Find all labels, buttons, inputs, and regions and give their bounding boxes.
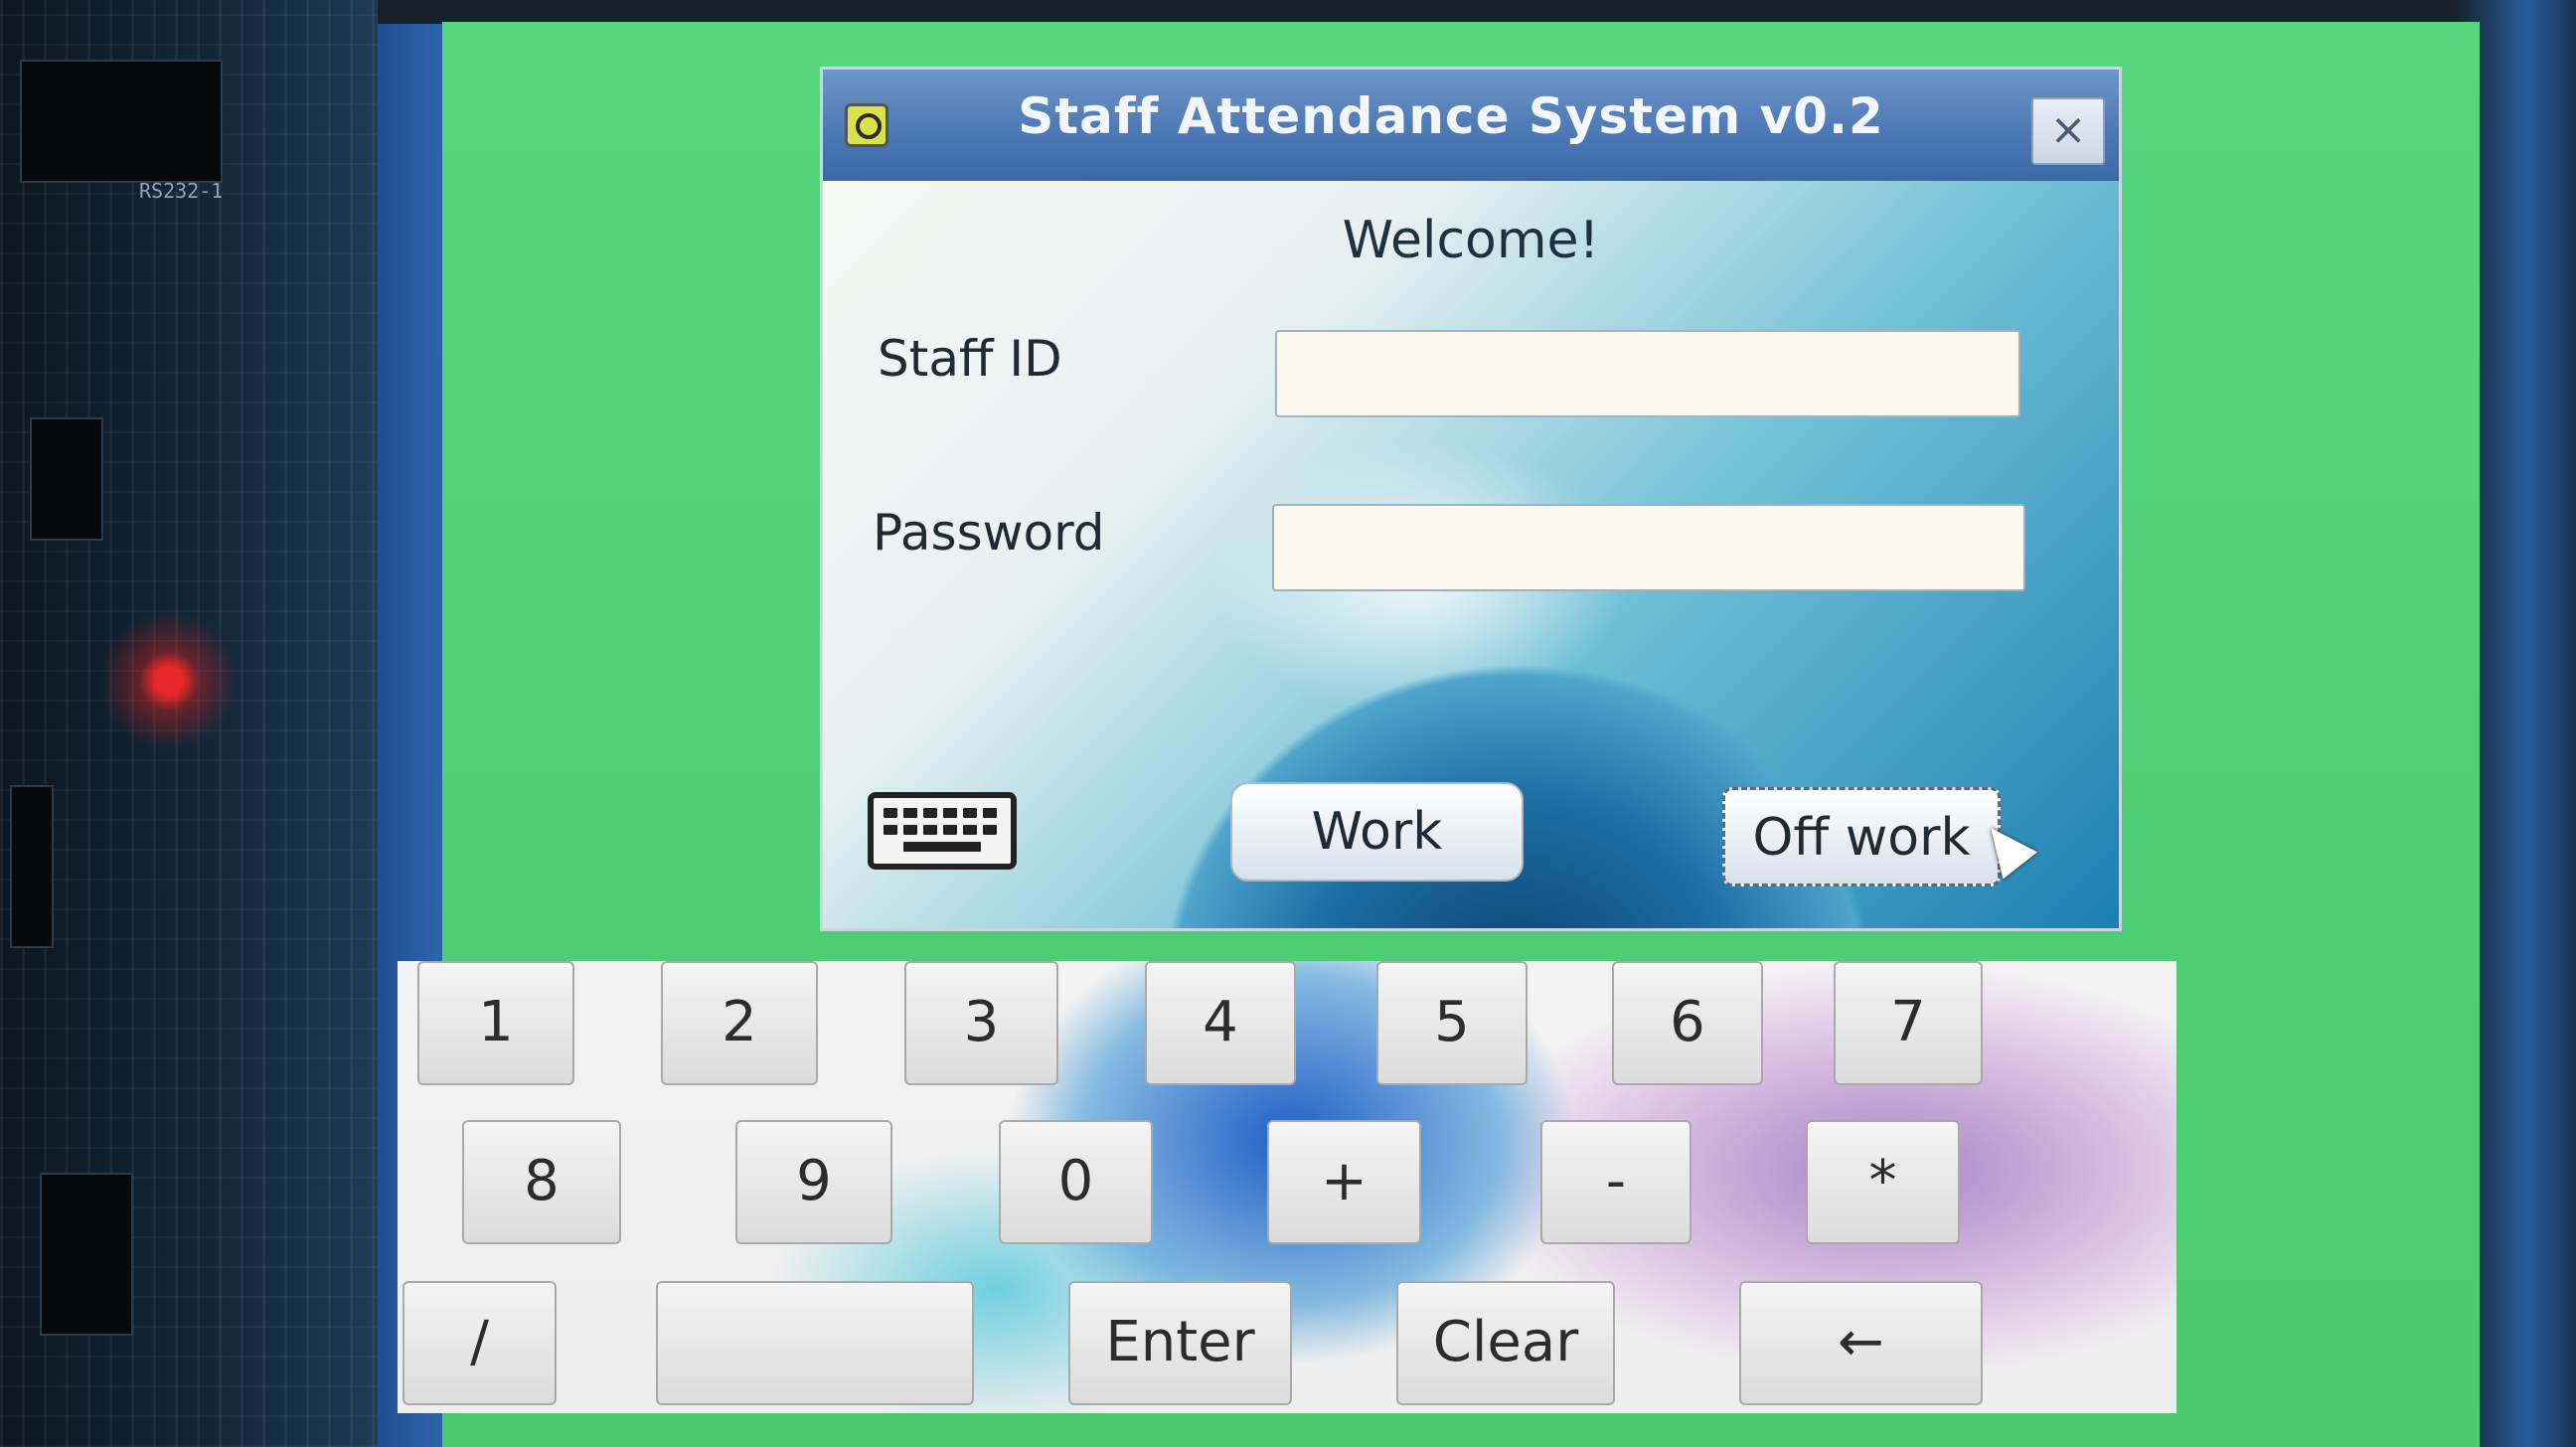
app-logo-icon [845,103,888,147]
staff-id-input[interactable] [1275,330,2020,417]
monitor-bezel-top [378,0,2576,24]
login-dialog: Staff Attendance System v0.2 × Welcome! … [820,67,2122,931]
window-title: Staff Attendance System v0.2 [1018,87,1884,145]
dialog-body: Welcome! Staff ID Password Work Off work [823,181,2119,928]
key-slash[interactable]: / [402,1281,557,1405]
password-input[interactable] [1272,504,2025,591]
lcd-screen: Staff Attendance System v0.2 × Welcome! … [398,22,2480,1447]
close-button[interactable]: × [2031,97,2105,165]
keyboard-icon[interactable] [868,792,1017,870]
key-minus[interactable]: - [1540,1120,1691,1244]
key-9[interactable]: 9 [735,1120,892,1244]
key-3[interactable]: 3 [904,961,1058,1085]
work-button[interactable]: Work [1230,782,1524,882]
on-screen-keypad: 1 2 3 4 5 6 7 8 9 0 + - * / Enter Clear … [398,961,2176,1413]
board-chip [40,1173,133,1336]
board-connector [20,60,223,183]
key-space[interactable] [656,1281,974,1405]
key-2[interactable]: 2 [661,961,818,1085]
board-label: RS232-1 [139,179,224,203]
key-asterisk[interactable]: * [1806,1120,1960,1244]
key-6[interactable]: 6 [1612,961,1763,1085]
key-clear[interactable]: Clear [1396,1281,1615,1405]
welcome-heading: Welcome! [1342,211,1600,270]
key-4[interactable]: 4 [1145,961,1296,1085]
board-chip [10,785,54,948]
circuit-board: RS232-1 [0,0,378,1447]
key-5[interactable]: 5 [1376,961,1528,1085]
staff-id-label: Staff ID [878,330,1062,388]
board-chip [30,417,103,541]
key-0[interactable]: 0 [999,1120,1153,1244]
title-bar[interactable]: Staff Attendance System v0.2 × [823,70,2119,183]
key-enter[interactable]: Enter [1068,1281,1292,1405]
key-7[interactable]: 7 [1834,961,1983,1085]
key-plus[interactable]: + [1267,1120,1421,1244]
key-8[interactable]: 8 [462,1120,621,1244]
password-label: Password [873,504,1105,562]
off-work-button[interactable]: Off work [1722,787,2001,886]
key-backspace[interactable]: ← [1739,1281,1983,1405]
key-1[interactable]: 1 [417,961,574,1085]
